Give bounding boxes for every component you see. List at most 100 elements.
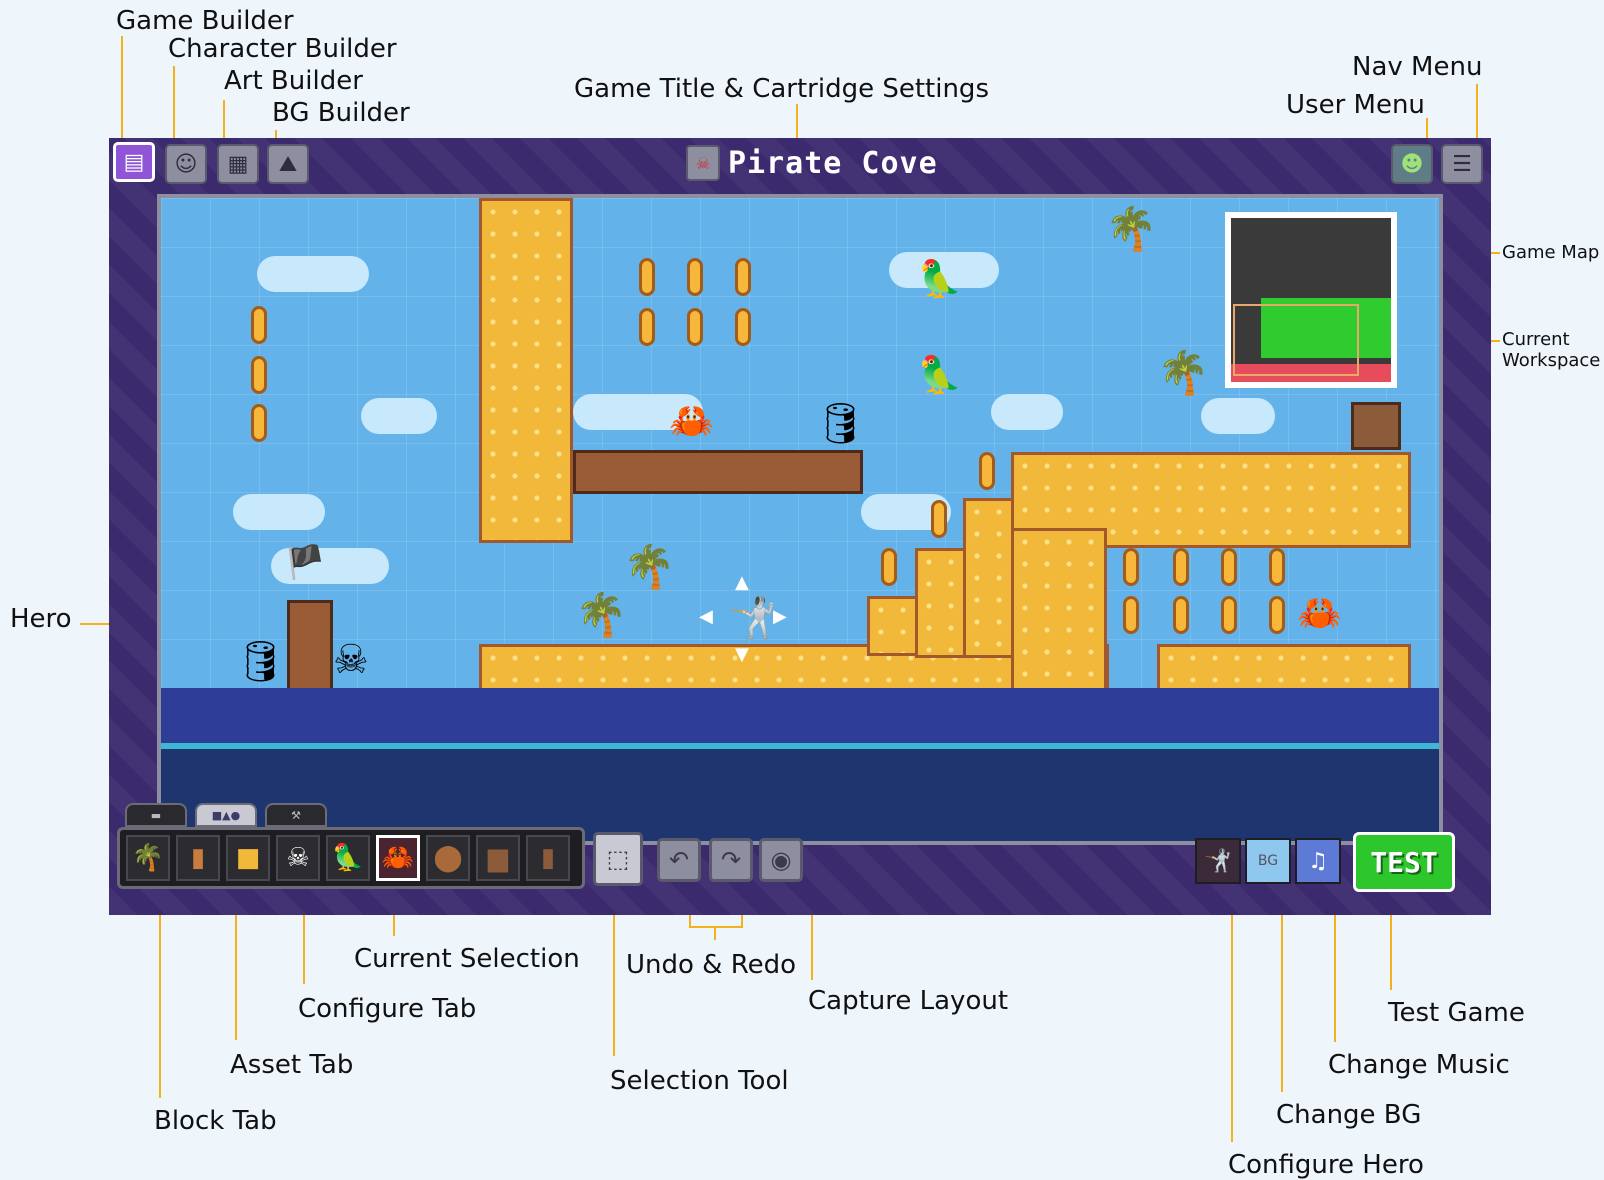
palette-slot-wood-post[interactable]: ▮ [176,835,220,881]
hamburger-icon: ☰ [1452,151,1472,177]
cloud [233,494,325,530]
label-test-game: Test Game [1388,998,1525,1028]
palm-tree: 🌴 [1105,204,1158,253]
label-configure-hero: Configure Hero [1228,1150,1424,1180]
asset-tab-icon: ■▲● [211,808,241,822]
move-down-handle[interactable]: ▼ [735,646,749,664]
leader-undo-redo-stem [714,926,716,940]
move-up-handle[interactable]: ▲ [735,574,749,592]
coin [1221,596,1237,634]
palette-slot-barrel[interactable]: ⬤ [426,835,470,881]
leader-character-builder [173,66,175,146]
configure-tab[interactable]: ⚒ [265,803,327,827]
barrel-sprite: 🛢 [235,639,286,685]
redo-button[interactable]: ↷ [709,838,753,882]
asset-tab[interactable]: ■▲● [195,803,257,827]
label-undo-redo: Undo & Redo [626,950,797,980]
sea-surface [161,688,1439,743]
move-left-handle[interactable]: ◀ [699,608,713,626]
label-current-workspace: Current Workspace [1502,329,1601,371]
background-icon: BG [1257,853,1279,869]
palm-tree: 🌴 [623,542,676,591]
hero-sprite[interactable]: 🤺 [727,598,777,638]
label-game-map: Game Map [1502,242,1600,263]
coin [979,452,995,490]
palette-slot-parrot[interactable]: 🦜 [326,835,370,881]
coin [931,500,947,538]
wrench-icon: ⚒ [291,808,301,822]
block-tab[interactable]: ▬ [125,803,187,827]
user-menu-button[interactable]: ☻ [1391,144,1433,184]
game-builder-button[interactable]: ▤ [113,142,155,182]
level-workspace[interactable]: 🌴 🌴 🌴 🌴 🦜 🦜 🦀 🦀 🛢 🤺 ▲ ▼ ◀ ▶ 🏴 🛢 ☠ [157,194,1443,845]
redo-icon: ↷ [720,846,742,874]
asset-palette: 🌴 ▮ ■ ☠ 🦜 🦀 ⬤ ▆ ▮ [117,827,585,889]
editor-window: ▤ ☺ ▦ ⛰ ☠ Pirate Cove ☻ ☰ 🌴 🌴 🌴 🌴 🦜 🦜 🦀 … [109,138,1491,915]
current-workspace-frame[interactable] [1233,304,1359,376]
coin [1269,596,1285,634]
crate-icon: ▆ [488,843,508,873]
coin [881,548,897,586]
test-button[interactable]: TEST [1353,832,1455,892]
sand-block-icon: ■ [235,843,261,873]
cloud [1201,398,1275,434]
change-music-button[interactable]: ♫ [1295,838,1341,884]
cloud [361,398,437,434]
palm-tree: 🌴 [575,590,628,639]
palette-slot-crate[interactable]: ▆ [476,835,520,881]
cartridge-settings-button[interactable]: ☠ Pirate Cove [686,144,938,182]
camera-icon: ◉ [770,846,792,874]
label-game-builder: Game Builder [116,6,294,36]
coin [251,404,267,442]
coin [1173,596,1189,634]
barrel-sprite: 🛢 [815,401,866,447]
character-builder-icon: ☺ [174,151,198,177]
character-builder-button[interactable]: ☺ [165,144,207,184]
label-game-title-settings: Game Title & Cartridge Settings [574,74,989,104]
label-character-builder: Character Builder [168,34,397,64]
bg-builder-button[interactable]: ⛰ [267,144,309,184]
coin [1221,548,1237,586]
configure-hero-button[interactable]: 🤺 [1195,838,1241,884]
cloud [257,256,369,292]
nav-menu-button[interactable]: ☰ [1441,144,1483,184]
game-map[interactable] [1225,212,1397,388]
coin [687,308,703,346]
palm-tree-icon: 🌴 [131,843,165,873]
coin [639,308,655,346]
leader-game-builder [121,36,123,144]
art-builder-button[interactable]: ▦ [217,144,259,184]
hero-icon: 🤺 [1204,848,1232,874]
label-configure-tab: Configure Tab [298,994,477,1024]
label-hero: Hero [10,604,72,634]
label-asset-tab: Asset Tab [230,1050,354,1080]
palette-slot-sand-block[interactable]: ■ [226,835,270,881]
change-bg-button[interactable]: BG [1245,838,1291,884]
user-avatar-icon: ☻ [1400,151,1424,177]
palette-slot-palm-tree[interactable]: 🌴 [126,835,170,881]
sand-pillar [479,198,573,543]
bg-builder-icon: ⛰ [278,151,298,177]
game-map-view [1231,218,1391,382]
crab-sprite: 🦀 [669,401,714,442]
coin [735,308,751,346]
capture-layout-button[interactable]: ◉ [759,838,803,882]
cartridge-icon: ☠ [686,145,720,181]
pirate-icon: ☠ [286,843,310,873]
game-builder-icon: ▤ [123,149,145,175]
move-right-handle[interactable]: ▶ [773,608,787,626]
leader-nav-menu [1476,84,1478,144]
coin [251,356,267,394]
coin [1269,548,1285,586]
selection-tool-button[interactable]: ⬚ [593,832,643,886]
coin [687,258,703,296]
palette-slot-pillar[interactable]: ▮ [526,835,570,881]
palette-slot-pirate[interactable]: ☠ [276,835,320,881]
game-title: Pirate Cove [728,145,938,181]
label-user-menu: User Menu [1286,90,1425,120]
undo-button[interactable]: ↶ [657,838,701,882]
parrot-icon: 🦜 [331,843,365,873]
pirate-sprite: ☠ [333,637,369,683]
label-change-music: Change Music [1328,1050,1510,1080]
palette-slot-crab-selected[interactable]: 🦀 [376,835,420,881]
